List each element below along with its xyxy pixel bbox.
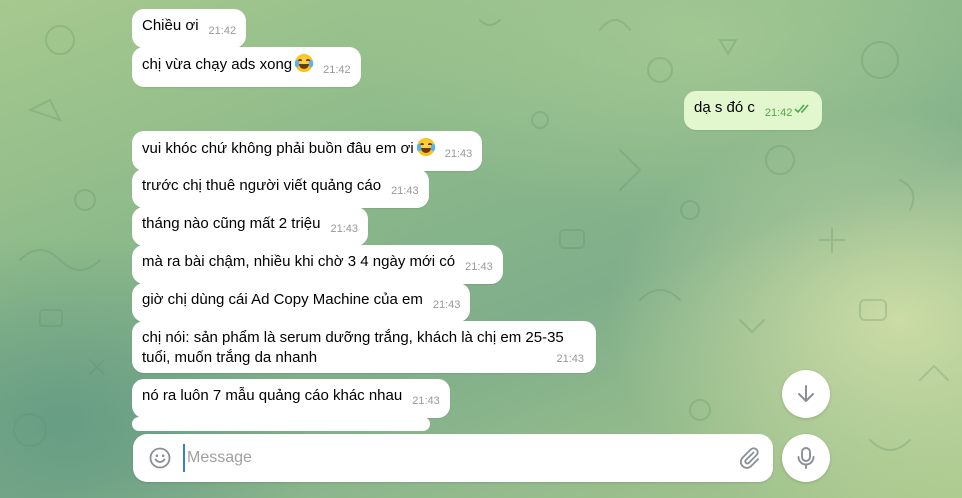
- message-text: vui khóc chứ không phải buồn đâu em ơi: [142, 140, 414, 157]
- message-bubble-outgoing[interactable]: dạ s đó c 21:42: [684, 91, 823, 130]
- smile-icon[interactable]: [149, 447, 171, 469]
- message-text: chị nói: sản phẩm là serum dưỡng trắng, …: [142, 329, 564, 366]
- message-time: 21:43: [465, 261, 493, 273]
- message-time: 21:43: [391, 185, 419, 197]
- message-time: 21:43: [432, 299, 461, 311]
- record-voice-button[interactable]: [782, 434, 830, 482]
- message-input[interactable]: [183, 444, 723, 472]
- message-text: giờ chị dùng cái Ad Copy Machine của em: [142, 291, 423, 308]
- message-text: trước chị thuê người viết quảng cáo: [142, 177, 382, 194]
- arrow-down-icon: [798, 385, 814, 402]
- message-text: tháng nào cũng mất 2 triệu: [142, 215, 321, 232]
- message-bubble[interactable]: nó ra luôn 7 mẫu quảng cáo khác nhau 21:4…: [132, 379, 450, 418]
- message-text: nó ra luôn 7 mẫu quảng cáo khác nhau: [142, 387, 403, 404]
- double-check-icon: [794, 104, 810, 114]
- message-text: mà ra bài chậm, nhiều khi chờ 3 4 ngày m…: [142, 253, 456, 270]
- message-text: Chiều ơi: [142, 17, 199, 34]
- message-bubble[interactable]: chị vừa chạy ads xong 21:42: [132, 47, 361, 87]
- message-time: 21:42: [323, 64, 351, 76]
- message-bubble[interactable]: giờ chị dùng cái Ad Copy Machine của em 2…: [132, 283, 471, 322]
- message-bubble[interactable]: mà ra bài chậm, nhiều khi chờ 3 4 ngày m…: [132, 245, 503, 284]
- message-text: chị vừa chạy ads xong: [142, 56, 293, 73]
- message-bubble[interactable]: trước chị thuê người viết quảng cáo 21:43: [132, 169, 429, 208]
- paperclip-icon[interactable]: [737, 446, 761, 470]
- message-bubble[interactable]: Chiều ơi 21:42: [132, 9, 247, 48]
- scroll-to-bottom-button[interactable]: [782, 370, 830, 418]
- message-time: 21:43: [412, 395, 440, 407]
- message-text: dạ s đó c: [694, 99, 755, 116]
- microphone-icon: [797, 447, 815, 469]
- message-bubble[interactable]: chị nói: sản phẩm là serum dưỡng trắng, …: [132, 321, 596, 373]
- message-time: 21:43: [330, 223, 358, 235]
- message-time: 21:43: [556, 353, 584, 365]
- message-list[interactable]: Chiều ơi 21:42 chị vừa chạy ads xong 21:42…: [0, 0, 962, 498]
- message-time: 21:42: [208, 25, 237, 37]
- message-composer: [133, 434, 773, 482]
- message-bubble-partial: [132, 417, 430, 431]
- crying-laughing-emoji-icon: [295, 54, 314, 72]
- crying-laughing-emoji-icon: [416, 138, 435, 156]
- message-time: 21:42: [764, 107, 793, 119]
- message-time: 21:43: [444, 148, 473, 160]
- message-bubble[interactable]: vui khóc chứ không phải buồn đâu em ơi 21…: [132, 131, 483, 171]
- message-bubble[interactable]: tháng nào cũng mất 2 triệu 21:43: [132, 207, 368, 246]
